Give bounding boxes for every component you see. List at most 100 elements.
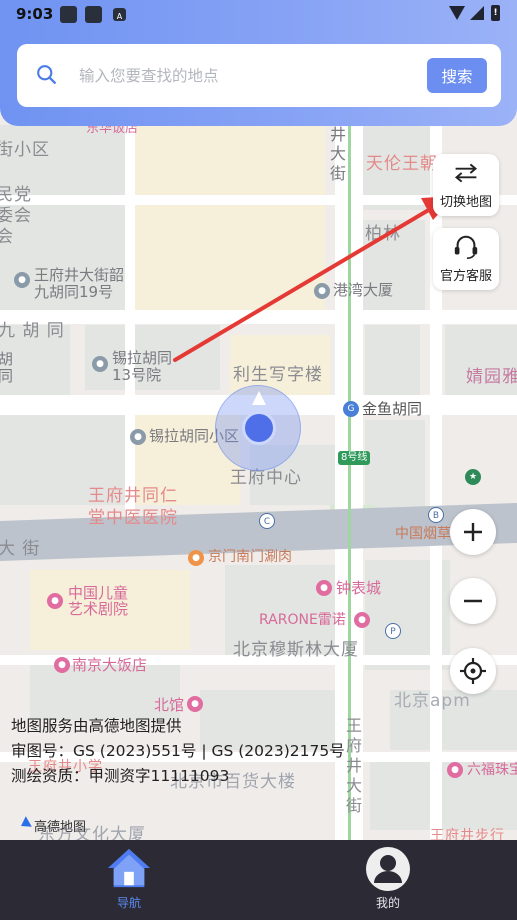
nav-item-mine[interactable]: 我的 <box>328 840 448 920</box>
map-block <box>365 325 420 395</box>
poi-pin-icon[interactable]: ● <box>54 657 70 673</box>
shop-icon[interactable]: C <box>259 513 275 529</box>
area-label: 街小区 <box>0 140 50 160</box>
crosshair-icon <box>460 658 486 684</box>
poi-label: 天伦王朝 <box>366 154 438 174</box>
street-label: 九 胡 同 <box>0 321 65 341</box>
amap-logo-text: 高德地图 <box>34 820 87 835</box>
home-icon <box>107 848 151 888</box>
poi-label[interactable]: 艺术剧院 <box>68 600 128 618</box>
map-block <box>130 125 325 195</box>
poi-label[interactable]: 京门南门涮肉 <box>208 548 292 566</box>
plus-icon <box>464 523 482 541</box>
street-label: 胡 <box>0 350 14 368</box>
bottom-nav: 导航 我的 <box>0 840 517 920</box>
poi-pin-icon[interactable]: ● <box>316 580 332 596</box>
area-label: 民党 <box>0 185 32 205</box>
street-label: 街 <box>330 164 347 183</box>
poi-label[interactable]: 北馆 <box>154 696 184 714</box>
poi-pin-icon[interactable]: G <box>343 401 359 417</box>
street-label: 王府井大街 <box>346 716 363 815</box>
attribution-line: 地图服务由高德地图提供 <box>11 717 182 735</box>
restaurant-icon[interactable]: ● <box>188 550 204 566</box>
customer-service-button[interactable]: 官方客服 <box>433 228 499 290</box>
signal-icon <box>470 6 484 20</box>
poi-pin-icon[interactable]: ● <box>187 696 203 712</box>
nav-item-navigation[interactable]: 导航 <box>69 840 189 920</box>
street-label: 同 <box>0 367 14 385</box>
poi-label: 王府井步行 <box>430 828 505 840</box>
poi-label: 中国烟草 <box>395 526 451 542</box>
poi-label: 利生写字楼 <box>233 365 323 385</box>
road <box>125 125 135 525</box>
poi-label[interactable]: RARONE雷诺 <box>259 611 346 629</box>
area-label: 会 <box>0 227 14 247</box>
poi-label: 婧园雅 <box>466 367 517 387</box>
amap-logo: 高德地图 <box>10 815 87 836</box>
nav-label-navigation: 导航 <box>116 896 141 910</box>
status-bar: 9:03 A ! <box>0 0 517 30</box>
street-label: 大 <box>330 144 347 163</box>
shop-icon[interactable]: P <box>385 623 401 639</box>
poi-label[interactable]: 13号院 <box>112 366 161 384</box>
switch-map-label: 切换地图 <box>439 195 492 210</box>
zoom-in-button[interactable] <box>450 509 496 555</box>
attribution-line: 测绘资质：甲测资字11111093 <box>11 767 230 785</box>
search-button[interactable]: 搜索 <box>427 58 487 93</box>
minus-icon <box>464 599 482 603</box>
map-view[interactable]: 东华饭店 街小区 天伦王朝 井 大 街 民党 委会 会 ● 王府井大街韶 九胡同… <box>0 0 517 840</box>
poi-label: 堂中医医院 <box>88 508 178 528</box>
map-block <box>130 205 325 310</box>
poi-label[interactable]: 王府井大街韶 <box>34 266 124 284</box>
poi-pin-icon[interactable]: ● <box>354 612 370 628</box>
poi-pin-icon[interactable]: ● <box>130 429 146 445</box>
app-notification-icon <box>60 6 77 23</box>
poi-label: 北京apm <box>394 691 471 711</box>
starbucks-icon[interactable]: ★ <box>465 469 481 485</box>
locate-me-button[interactable] <box>450 648 496 694</box>
user-avatar-icon <box>366 847 410 891</box>
battery-icon: ! <box>491 5 500 21</box>
street-label: 大 街 <box>0 539 41 559</box>
poi-label[interactable]: 锡拉胡同 <box>112 349 172 367</box>
poi-label[interactable]: 钟表城 <box>336 579 381 597</box>
app-notification-icon <box>85 6 102 23</box>
poi-label: 王府井同仁 <box>88 486 178 506</box>
search-input[interactable] <box>79 61 419 91</box>
nav-label-mine: 我的 <box>375 896 400 910</box>
poi-pin-icon[interactable]: ● <box>14 272 30 288</box>
wifi-icon <box>449 6 465 20</box>
search-bar[interactable]: 搜索 <box>17 44 501 107</box>
map-attribution: 地图服务由高德地图提供 审图号：GS (2023)551号 | GS (2023… <box>11 714 345 789</box>
poi-pin-icon[interactable]: ● <box>47 593 63 609</box>
shop-icon[interactable]: B <box>428 507 444 523</box>
area-label: 委会 <box>0 206 32 226</box>
attribution-line: 审图号：GS (2023)551号 | GS (2023)2175号 <box>11 742 345 760</box>
a-notification-icon: A <box>113 8 126 21</box>
poi-pin-icon[interactable]: ● <box>447 762 463 778</box>
zoom-out-button[interactable] <box>450 578 496 624</box>
poi-label[interactable]: 金鱼胡同 <box>362 400 422 418</box>
switch-map-button[interactable]: 切换地图 <box>433 154 499 216</box>
customer-service-label: 官方客服 <box>439 269 492 284</box>
status-time: 9:03 <box>16 5 54 23</box>
poi-label[interactable]: 港湾大厦 <box>333 281 393 299</box>
header: 9:03 A ! 搜索 <box>0 0 517 126</box>
search-icon <box>37 65 56 84</box>
poi-label[interactable]: 六福珠宝 <box>467 761 517 779</box>
poi-pin-icon[interactable]: ● <box>92 356 108 372</box>
poi-label[interactable]: 九胡同19号 <box>34 283 113 301</box>
poi-label[interactable]: 南京大饭店 <box>72 656 147 674</box>
current-location-icon[interactable] <box>242 411 276 445</box>
metro-badge: 8号线 <box>338 451 371 465</box>
poi-label: 北京穆斯林大厦 <box>233 640 359 660</box>
swap-icon <box>454 163 478 183</box>
street-label: 井 <box>330 125 347 144</box>
poi-pin-icon[interactable]: ● <box>314 283 330 299</box>
map-block <box>365 420 425 510</box>
poi-label: 柏林 <box>365 224 401 244</box>
headset-icon <box>454 235 478 260</box>
heading-arrow-icon <box>252 391 266 405</box>
poi-label: 王府中心 <box>230 468 302 488</box>
amap-logo-icon <box>10 815 32 836</box>
